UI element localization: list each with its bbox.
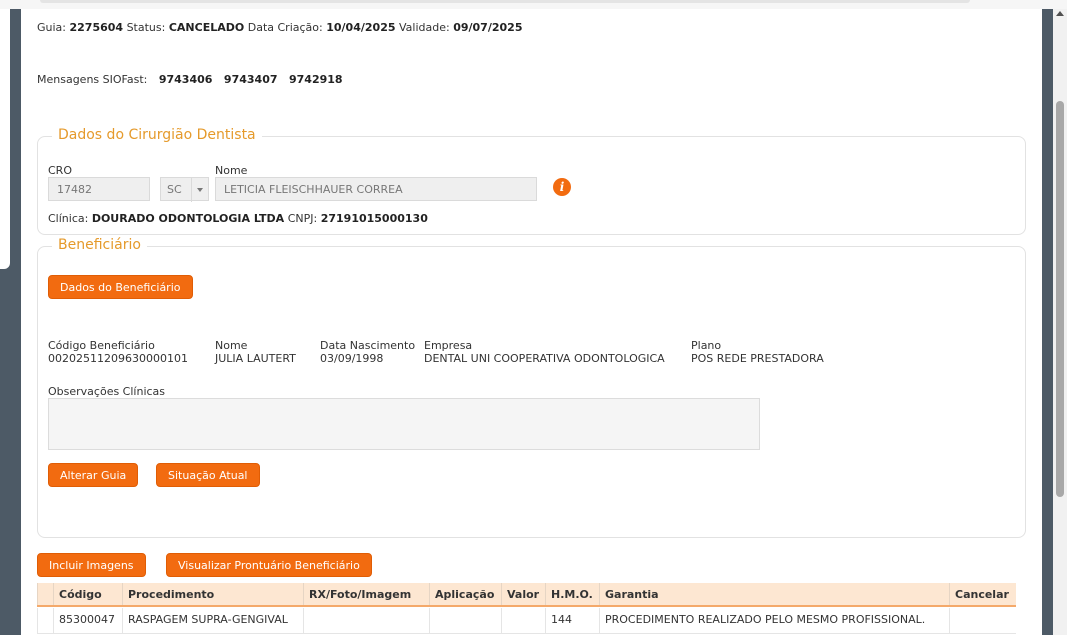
column-header[interactable]: Aplicação xyxy=(429,583,501,605)
view-record-button[interactable]: Visualizar Prontuário Beneficiário xyxy=(166,553,372,577)
right-sidebar-bg xyxy=(1042,9,1053,635)
chevron-down-icon xyxy=(191,178,208,202)
uf-select[interactable]: SC xyxy=(160,177,209,202)
clinic-label: Clínica: xyxy=(48,212,89,225)
column-header[interactable]: Procedimento xyxy=(122,583,303,605)
column-header[interactable]: Código xyxy=(53,583,122,605)
scroll-thumb[interactable] xyxy=(1056,101,1064,497)
scroll-up-arrow-icon[interactable] xyxy=(1056,11,1064,16)
main-content: Guia: 2275604 Status: CANCELADO Data Cri… xyxy=(21,9,1042,635)
birth-date-value: 03/09/1998 xyxy=(320,352,384,365)
company-value: DENTAL UNI COOPERATIVA ODONTOLOGICA xyxy=(424,352,665,365)
beneficiary-code-value: 00202511209630000101 xyxy=(48,352,188,365)
table-cell xyxy=(303,608,429,633)
beneficiary-legend: Beneficiário xyxy=(52,237,147,253)
dentist-legend: Dados do Cirurgião Dentista xyxy=(52,127,262,143)
table-header: Código Procedimento RX/Foto/Imagem Aplic… xyxy=(37,583,1016,607)
message-id: 9742918 xyxy=(289,73,343,86)
guia-number: 2275604 xyxy=(69,21,124,34)
clinical-notes-textarea[interactable] xyxy=(48,398,760,450)
validity-label: Validade: xyxy=(399,21,450,34)
beneficiary-name-value: JULIA LAUTERT xyxy=(215,352,296,365)
column-header[interactable]: Cancelar xyxy=(949,583,1016,605)
table-cell: RASPAGEM SUPRA-GENGIVAL xyxy=(122,608,303,633)
table-cell xyxy=(501,608,545,633)
beneficiary-name-label: Nome xyxy=(215,339,248,352)
cro-input[interactable]: 17482 xyxy=(48,177,150,201)
vertical-scrollbar[interactable] xyxy=(1053,9,1067,635)
message-id: 9743407 xyxy=(223,73,278,86)
cnpj-value: 27191015000130 xyxy=(320,212,428,225)
current-status-button[interactable]: Situação Atual xyxy=(156,463,260,487)
created-label: Data Criação: xyxy=(247,21,323,34)
table-cell: PROCEDIMENTO REALIZADO PELO MESMO PROFIS… xyxy=(599,608,949,633)
status-label: Status: xyxy=(126,21,166,34)
validity-date: 09/07/2025 xyxy=(453,21,523,34)
plan-value: POS REDE PRESTADORA xyxy=(691,352,824,365)
uf-select-value: SC xyxy=(167,183,182,196)
guide-summary: Guia: 2275604 Status: CANCELADO Data Cri… xyxy=(37,21,522,34)
status-value: CANCELADO xyxy=(168,21,245,34)
beneficiary-details-button[interactable]: Dados do Beneficiário xyxy=(48,275,193,299)
column-header[interactable]: Valor xyxy=(501,583,545,605)
table-cell: 144 xyxy=(545,608,599,633)
cnpj-label: CNPJ: xyxy=(287,212,318,225)
table-row[interactable]: 85300047 RASPAGEM SUPRA-GENGIVAL 144 PRO… xyxy=(37,608,1016,634)
company-label: Empresa xyxy=(424,339,473,352)
clinic-name: DOURADO ODONTOLOGIA LTDA xyxy=(91,212,285,225)
dentist-name-label: Nome xyxy=(215,164,248,177)
left-side-panel xyxy=(0,9,10,269)
column-header[interactable]: H.M.O. xyxy=(545,583,599,605)
dentist-name-input[interactable]: LETICIA FLEISCHHAUER CORREA xyxy=(215,177,537,201)
clinic-info: Clínica: DOURADO ODONTOLOGIA LTDA CNPJ: … xyxy=(48,212,428,225)
message-id: 9743406 xyxy=(158,73,213,86)
messages-label: Mensagens SIOFast: xyxy=(37,73,148,86)
column-header[interactable]: Garantia xyxy=(599,583,949,605)
clinical-notes-label: Observações Clínicas xyxy=(48,385,166,398)
table-cell: 85300047 xyxy=(53,608,122,633)
siofast-messages: Mensagens SIOFast: 9743406 9743407 97429… xyxy=(37,73,343,86)
address-bar-edge xyxy=(40,0,970,3)
column-header[interactable]: RX/Foto/Imagem xyxy=(303,583,429,605)
select-column-header xyxy=(37,583,53,605)
birth-date-label: Data Nascimento xyxy=(320,339,416,352)
include-images-button[interactable]: Incluir Imagens xyxy=(37,553,146,577)
created-date: 10/04/2025 xyxy=(326,21,396,34)
beneficiary-code-label: Código Beneficiário xyxy=(48,339,155,352)
cro-label: CRO xyxy=(48,164,72,177)
guia-label: Guia: xyxy=(37,21,66,34)
alter-guide-button[interactable]: Alterar Guia xyxy=(48,463,139,487)
table-cell xyxy=(429,608,501,633)
cancel-cell[interactable] xyxy=(949,608,1016,633)
browser-top-strip xyxy=(0,0,1067,9)
plan-label: Plano xyxy=(691,339,722,352)
row-select-cell[interactable] xyxy=(37,608,53,633)
info-icon[interactable]: i xyxy=(553,178,571,196)
